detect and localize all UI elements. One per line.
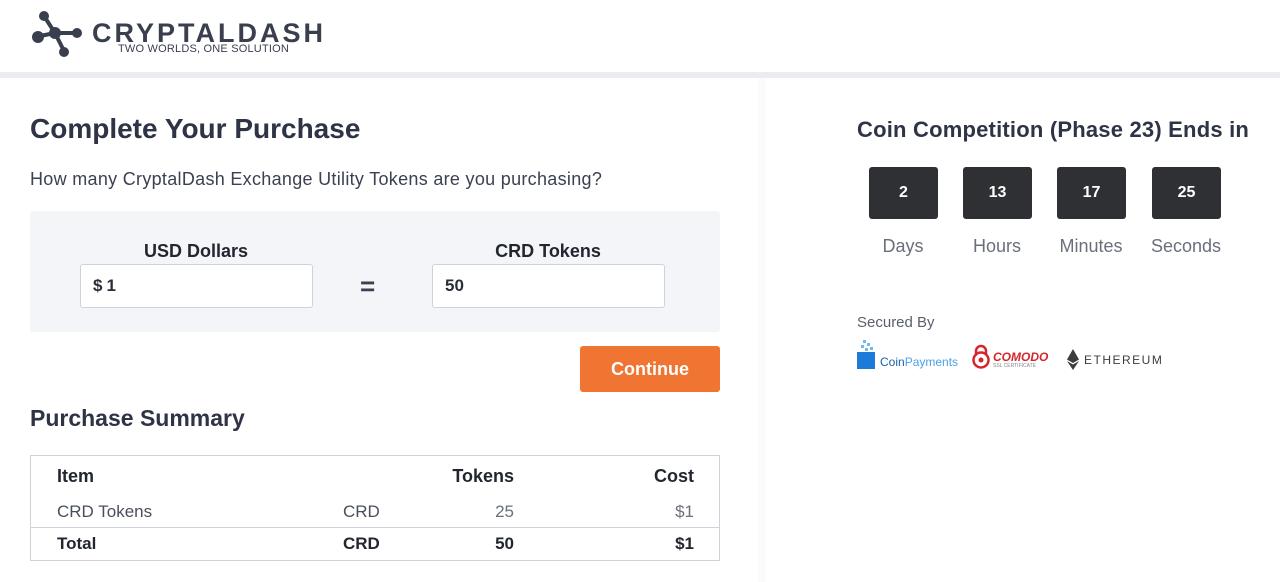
countdown-seconds: 25	[1152, 167, 1221, 219]
usd-label: USD Dollars	[143, 241, 249, 261]
column-divider	[758, 78, 766, 582]
usd-amount-input[interactable]: $1	[80, 264, 313, 308]
equals-sign: =	[360, 271, 376, 301]
total-unit: CRD	[343, 534, 380, 553]
coinpayments-wordmark: CoinPayments	[880, 356, 958, 368]
token-converter-panel: USD Dollars $1 = CRD Tokens 50	[30, 211, 720, 332]
comodo-wordmark: COMODO	[993, 350, 1049, 364]
comodo-subtext: SSL CERTIFICATE	[993, 363, 1036, 369]
header-tokens: Tokens	[452, 466, 514, 486]
summary-title: Purchase Summary	[30, 405, 245, 431]
purchase-question: How many CryptalDash Exchange Utility To…	[30, 169, 603, 189]
page-title: Complete Your Purchase	[30, 113, 361, 144]
countdown-hours-label: Hours	[972, 236, 1021, 256]
countdown-days-label: Days	[882, 236, 924, 256]
table-header-row: Item Tokens Cost	[31, 460, 719, 494]
countdown-seconds-label: Seconds	[1150, 236, 1222, 256]
total-item: Total	[57, 534, 97, 553]
countdown-days: 2	[869, 167, 938, 219]
site-header: CRYPTALDASH TWO WORLDS, ONE SOLUTION	[0, 0, 1280, 72]
molecule-dots-logo-icon	[32, 11, 82, 57]
countdown-minutes-label: Minutes	[1059, 236, 1123, 256]
competition-title: Coin Competition (Phase 23) Ends in	[857, 117, 1250, 142]
countdown-hours: 13	[963, 167, 1032, 219]
row-tokens: 25	[495, 502, 514, 521]
comodo-lock-icon	[972, 344, 990, 369]
brand-tagline: TWO WORLDS, ONE SOLUTION	[118, 43, 290, 55]
ethereum-badge: ETHEREUM	[1064, 338, 1164, 372]
comodo-badge: COMODO SSL CERTIFICATE	[971, 338, 1051, 372]
coinpayments-badge: CoinPayments	[856, 338, 960, 372]
ethereum-diamond-icon	[1067, 349, 1079, 370]
coinpayments-word-a: Coin	[880, 355, 905, 369]
continue-button[interactable]: Continue	[580, 346, 720, 392]
table-total-row: Total CRD 50 $1	[31, 527, 719, 560]
ethereum-wordmark: ETHEREUM	[1084, 353, 1164, 367]
purchase-summary-table: Item Tokens Cost CRD Tokens CRD 25 $1 To…	[30, 455, 720, 561]
crd-amount-input[interactable]: 50	[432, 264, 665, 308]
header-item: Item	[57, 466, 95, 486]
row-cost: $1	[675, 502, 694, 521]
secured-by-label: Secured By	[857, 314, 935, 331]
crd-amount-value: 50	[445, 276, 464, 295]
header-divider	[0, 72, 1280, 78]
row-unit: CRD	[343, 502, 380, 521]
crd-label: CRD Tokens	[495, 241, 601, 261]
total-cost: $1	[675, 534, 694, 553]
coinpayments-logo-icon	[857, 340, 875, 369]
coinpayments-word-b: Payments	[904, 355, 959, 369]
usd-amount-value: 1	[106, 276, 116, 295]
header-cost: Cost	[654, 466, 694, 486]
total-tokens: 50	[495, 534, 514, 553]
countdown-minutes: 17	[1057, 167, 1126, 219]
usd-prefix: $	[93, 276, 103, 295]
brand-logo[interactable]: CRYPTALDASH TWO WORLDS, ONE SOLUTION	[30, 6, 323, 62]
table-row: CRD Tokens CRD 25 $1	[31, 496, 719, 530]
row-item: CRD Tokens	[57, 502, 153, 521]
